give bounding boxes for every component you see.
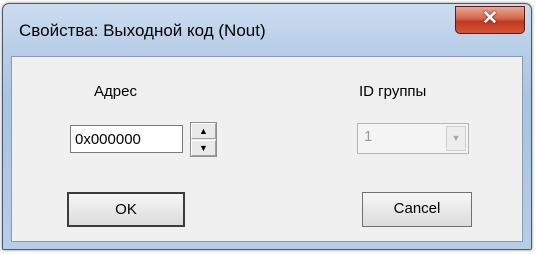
group-dropdown-button[interactable]: ▼ [446,126,466,151]
spin-down-button[interactable]: ▼ [191,140,216,156]
ok-button[interactable]: OK [67,192,185,227]
group-id-label: ID группы [359,83,427,100]
close-icon: ✕ [482,8,498,29]
group-id-value: 1 [364,128,373,145]
address-spinner: ▲ ▼ [190,122,217,157]
title-bar[interactable]: Свойства: Выходной код (Nout) ✕ [3,4,531,56]
chevron-down-icon: ▼ [451,133,461,143]
group-id-select[interactable]: 1 ▼ [357,123,469,154]
arrow-down-icon: ▼ [199,143,208,153]
cancel-button[interactable]: Cancel [362,192,472,227]
arrow-up-icon: ▲ [199,126,208,136]
dialog-window: Свойства: Выходной код (Nout) ✕ Адрес ID… [2,3,532,250]
address-input[interactable] [70,125,183,153]
close-button[interactable]: ✕ [455,6,525,34]
dialog-content: Адрес ID группы ▲ ▼ 1 ▼ OK Cancel [11,56,523,242]
window-title: Свойства: Выходной код (Nout) [19,21,266,40]
spin-up-button[interactable]: ▲ [191,123,216,139]
address-label: Адрес [94,83,137,100]
